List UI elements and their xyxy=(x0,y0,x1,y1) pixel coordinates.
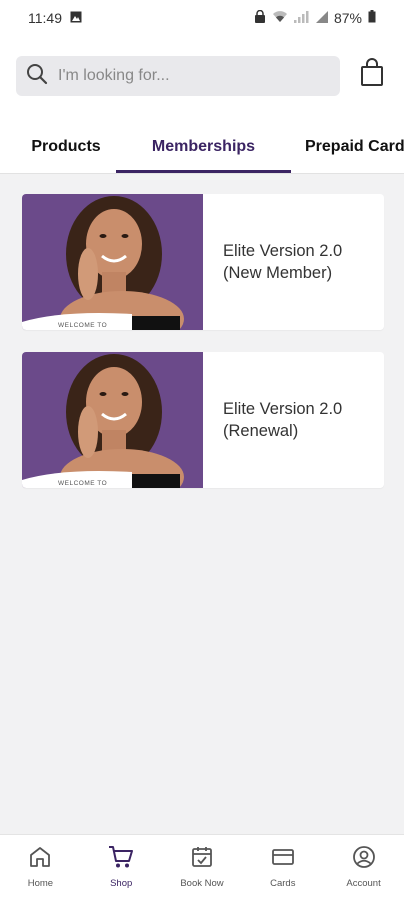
membership-title: Elite Version 2.0 (Renewal) xyxy=(223,400,343,440)
nav-book-now-label: Book Now xyxy=(180,878,224,889)
gallery-notification-icon xyxy=(70,10,82,26)
nav-book-now[interactable]: Book Now xyxy=(162,845,242,889)
header xyxy=(0,36,404,120)
card-icon xyxy=(271,845,295,872)
battery-percent: 87% xyxy=(333,10,362,26)
search-bar[interactable] xyxy=(16,56,340,96)
shopping-bag-icon xyxy=(360,57,384,91)
category-tabs: Products Memberships Prepaid Cards xyxy=(0,120,404,174)
tab-memberships[interactable]: Memberships xyxy=(116,120,291,173)
wifi-icon xyxy=(272,10,288,26)
status-bar: 11:49 87% xyxy=(0,0,404,36)
nav-shop[interactable]: Shop xyxy=(81,845,161,889)
search-input[interactable] xyxy=(58,67,318,85)
membership-list: WELCOME TO Elite Version 2.0 (New Member… xyxy=(22,194,384,510)
home-icon xyxy=(28,845,52,872)
status-time: 11:49 xyxy=(28,10,62,26)
membership-card-new-member[interactable]: WELCOME TO Elite Version 2.0 (New Member… xyxy=(22,194,384,330)
account-icon xyxy=(352,845,376,872)
nav-home-label: Home xyxy=(27,878,54,889)
membership-title: Elite Version 2.0 (New Member) xyxy=(223,242,343,282)
signal-icon xyxy=(293,10,310,26)
battery-icon xyxy=(368,10,376,26)
active-tab-indicator xyxy=(116,170,291,173)
welcome-banner-text: WELCOME TO xyxy=(58,480,108,487)
signal-2-icon xyxy=(315,10,328,26)
calendar-icon xyxy=(190,845,214,872)
nav-cards-label: Cards xyxy=(270,878,296,889)
lock-icon xyxy=(254,9,266,26)
nav-cards[interactable]: Cards xyxy=(243,845,323,889)
cart-icon xyxy=(108,845,134,872)
bottom-navigation: Home Shop Book Now Cards Account xyxy=(0,834,404,900)
nav-account-label: Account xyxy=(346,878,381,889)
nav-home[interactable]: Home xyxy=(0,845,80,889)
membership-image: WELCOME TO xyxy=(22,194,203,330)
tab-products[interactable]: Products xyxy=(0,120,132,173)
membership-card-renewal[interactable]: WELCOME TO Elite Version 2.0 (Renewal) xyxy=(22,352,384,488)
shopping-bag-button[interactable] xyxy=(358,57,386,91)
nav-shop-label: Shop xyxy=(110,878,133,889)
membership-image: WELCOME TO xyxy=(22,352,203,488)
welcome-banner-text: WELCOME TO xyxy=(58,322,108,329)
search-icon xyxy=(26,63,48,90)
tab-prepaid-cards[interactable]: Prepaid Cards xyxy=(305,120,404,173)
nav-account[interactable]: Account xyxy=(324,845,404,889)
